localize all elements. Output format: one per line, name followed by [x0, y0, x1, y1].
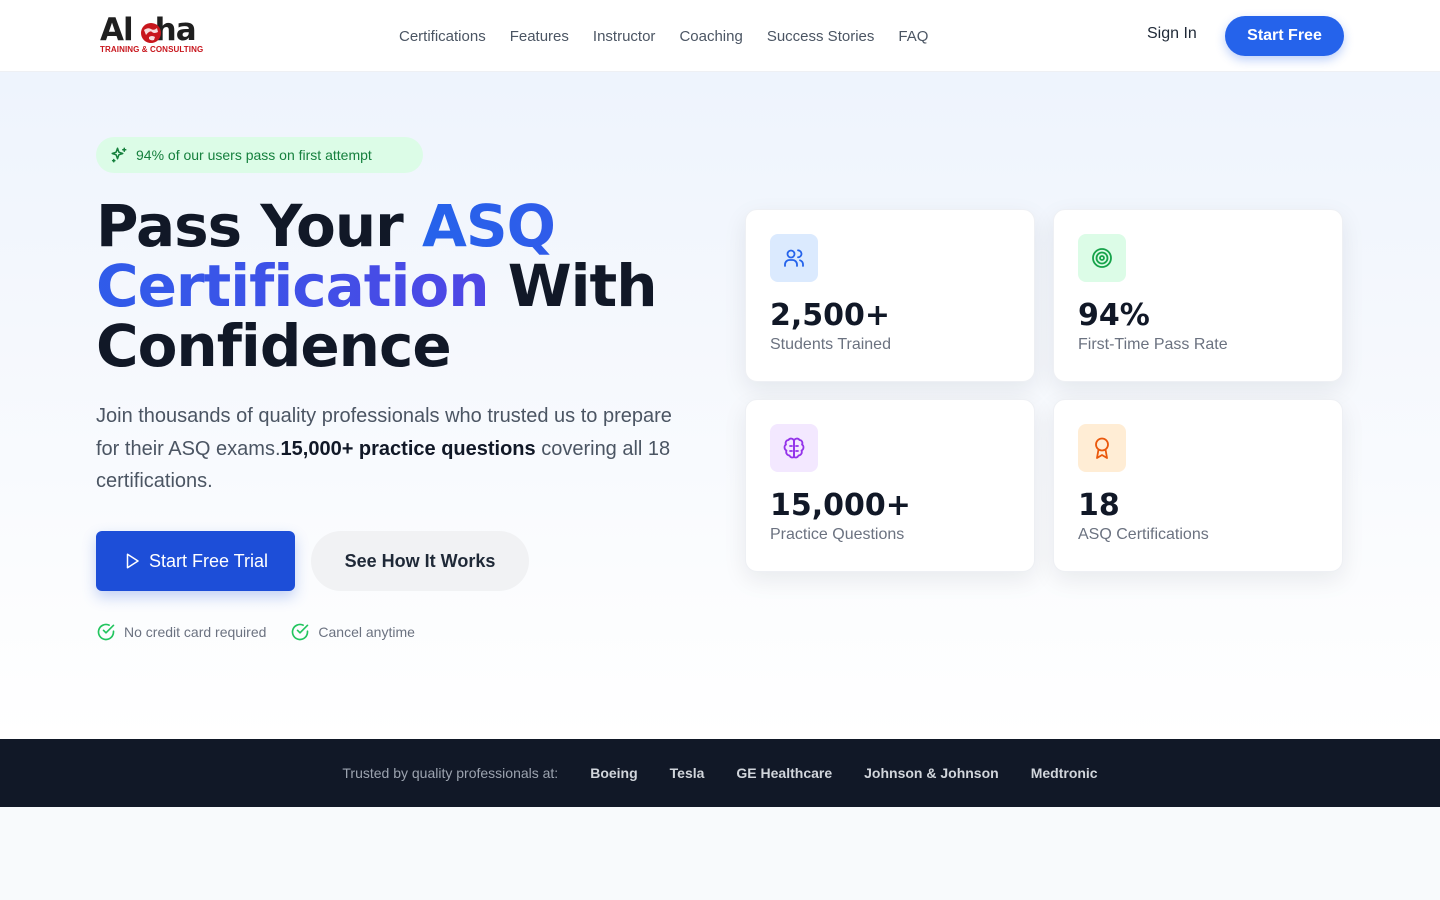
company-logo-text: Johnson & Johnson: [864, 765, 999, 781]
site-header: Al ha TRAINING & CONSULTING Certification…: [0, 0, 1440, 72]
hero-headline: Pass Your ASQ Certification With Confide…: [96, 196, 716, 376]
stat-label: Students Trained: [770, 336, 891, 353]
badge-text: 94% of our users pass on first attempt: [136, 147, 372, 163]
main-nav: Certifications Features Instructor Coach…: [399, 0, 928, 72]
stat-icon-wrap: [1078, 234, 1126, 282]
subtext-bold: 15,000+ practice questions: [280, 437, 536, 460]
stat-card-questions: 15,000+ Practice Questions: [745, 399, 1035, 572]
start-free-trial-label: Start Free Trial: [148, 550, 269, 571]
check-circle-icon: [97, 623, 115, 641]
see-how-it-works-button[interactable]: See How It Works: [311, 531, 529, 591]
nav-certifications[interactable]: Certifications: [399, 28, 486, 45]
sign-in-link[interactable]: Sign In: [1147, 25, 1197, 43]
stat-label: First-Time Pass Rate: [1078, 336, 1228, 353]
company-logo-text: GE Healthcare: [736, 765, 833, 781]
stat-icon-wrap: [770, 424, 818, 472]
hero-subtext: Join thousands of quality professionals …: [96, 400, 676, 498]
company-logo-text: Medtronic: [1030, 765, 1098, 781]
hero-section: 94% of our users pass on first attempt P…: [0, 72, 1440, 739]
play-icon: [126, 553, 139, 569]
start-free-trial-button[interactable]: Start Free Trial: [96, 531, 295, 591]
nav-faq[interactable]: FAQ: [898, 28, 928, 45]
target-icon: [1092, 248, 1112, 268]
nav-success-stories[interactable]: Success Stories: [767, 28, 875, 45]
stat-card-pass-rate: 94% First-Time Pass Rate: [1053, 209, 1343, 382]
globe-icon: [141, 23, 161, 43]
nav-instructor[interactable]: Instructor: [593, 28, 656, 45]
logo-text-prefix: Al: [100, 12, 134, 48]
start-free-button[interactable]: Start Free: [1225, 16, 1344, 56]
assurance-text: No credit card required: [124, 624, 267, 640]
stat-label: Practice Questions: [770, 526, 905, 543]
users-icon: [784, 249, 804, 267]
stat-value: 15,000+: [770, 488, 911, 523]
trusted-by-strip: Trusted by quality professionals at: Boe…: [0, 739, 1440, 807]
sparkles-icon: [111, 147, 127, 163]
nav-coaching[interactable]: Coaching: [679, 28, 742, 45]
next-section: [0, 807, 1440, 900]
assurance-item: No credit card required: [96, 622, 266, 642]
company-logo-text: Tesla: [669, 765, 705, 781]
brain-icon: [783, 437, 805, 459]
assurance-text: Cancel anytime: [318, 624, 415, 640]
stat-card-students: 2,500+ Students Trained: [745, 209, 1035, 382]
headline-part1: Pass Your: [96, 192, 422, 260]
trusted-label: Trusted by quality professionals at:: [342, 765, 559, 781]
assurance-list: No credit card required Cancel anytime: [96, 622, 415, 642]
award-icon: [1095, 437, 1109, 459]
brand-logo[interactable]: Al ha TRAINING & CONSULTING: [100, 12, 212, 56]
stat-icon-wrap: [1078, 424, 1126, 472]
stat-value: 2,500+: [770, 298, 891, 333]
logo-tagline: TRAINING & CONSULTING: [100, 45, 204, 54]
company-logo-text: Boeing: [590, 765, 638, 781]
assurance-item: Cancel anytime: [290, 622, 415, 642]
stat-icon-wrap: [770, 234, 818, 282]
stat-value: 18: [1078, 488, 1120, 523]
stat-card-certifications: 18 ASQ Certifications: [1053, 399, 1343, 572]
stat-label: ASQ Certifications: [1078, 526, 1209, 543]
check-circle-icon: [292, 623, 309, 641]
nav-features[interactable]: Features: [510, 28, 569, 45]
stat-value: 94%: [1078, 298, 1150, 333]
pass-rate-badge: 94% of our users pass on first attempt: [96, 137, 423, 173]
